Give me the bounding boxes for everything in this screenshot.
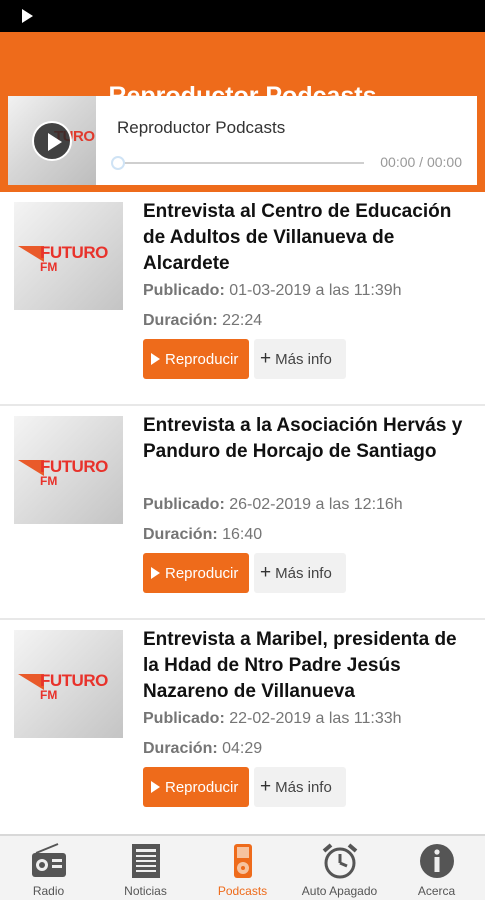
play-icon	[151, 353, 160, 365]
alarm-clock-icon	[322, 843, 358, 879]
play-icon	[48, 133, 62, 151]
tab-podcasts[interactable]: Podcasts	[194, 836, 291, 900]
more-info-label: Más info	[275, 350, 332, 368]
player-thumbnail: TURO	[8, 96, 96, 185]
published-value: 22-02-2019 a las 11:33h	[229, 710, 402, 727]
duration-label: Duración:	[143, 526, 218, 543]
podcast-thumbnail: FUTURO FM	[14, 202, 123, 310]
player-seek-bar[interactable]	[118, 162, 364, 164]
logo-sub: FM	[40, 474, 58, 488]
tab-noticias[interactable]: Noticias	[97, 836, 194, 900]
play-icon	[151, 567, 160, 579]
podcast-duration: Duración: 04:29	[143, 740, 262, 758]
logo-sub: FM	[40, 688, 58, 702]
more-info-button[interactable]: + Más info	[254, 553, 346, 593]
published-label: Publicado:	[143, 282, 225, 299]
published-label: Publicado:	[143, 710, 225, 727]
tab-radio[interactable]: Radio	[0, 836, 97, 900]
podcast-duration: Duración: 16:40	[143, 526, 262, 544]
podcast-item: FUTURO FM Entrevista a la Asociación Her…	[0, 406, 485, 620]
bottom-tab-bar: Radio Noticias Podcasts Auto Apagado Ace…	[0, 834, 485, 900]
podcast-item: FUTURO FM Entrevista a Maribel, presiden…	[0, 620, 485, 832]
podcast-item: FUTURO FM Entrevista al Centro de Educac…	[0, 192, 485, 406]
podcast-published: Publicado: 01-03-2019 a las 11:39h	[143, 282, 402, 300]
podcast-published: Publicado: 22-02-2019 a las 11:33h	[143, 710, 402, 728]
media-play-status-icon	[22, 9, 33, 23]
published-value: 01-03-2019 a las 11:39h	[229, 282, 402, 299]
play-button[interactable]: Reproducir	[143, 767, 249, 807]
duration-label: Duración:	[143, 312, 218, 329]
tab-label: Podcasts	[217, 884, 268, 898]
plus-icon: +	[260, 776, 272, 797]
play-button-label: Reproducir	[165, 350, 239, 368]
plus-icon: +	[260, 562, 272, 583]
published-label: Publicado:	[143, 496, 225, 513]
player-title: Reproductor Podcasts	[117, 118, 286, 137]
tab-label: Noticias	[124, 884, 167, 898]
player-play-button[interactable]	[32, 121, 72, 161]
info-icon	[420, 844, 454, 878]
podcast-title: Entrevista a la Asociación Hervás y Pand…	[143, 415, 463, 462]
tab-label: Radio	[32, 884, 65, 898]
published-value: 26-02-2019 a las 12:16h	[229, 496, 403, 513]
podcast-published: Publicado: 26-02-2019 a las 12:16h	[143, 496, 403, 514]
plus-icon: +	[260, 348, 272, 369]
more-info-button[interactable]: + Más info	[254, 339, 346, 379]
tab-label: Auto Apagado	[301, 884, 378, 898]
duration-value: 04:29	[222, 740, 263, 757]
player-time: 00:00 / 00:00	[380, 154, 462, 170]
tab-auto-apagado[interactable]: Auto Apagado	[291, 836, 388, 900]
play-icon	[151, 781, 160, 793]
play-button-label: Reproducir	[165, 564, 239, 582]
duration-value: 16:40	[222, 526, 263, 543]
podcast-thumbnail: FUTURO FM	[14, 630, 123, 738]
podcast-list[interactable]: FUTURO FM Entrevista al Centro de Educac…	[0, 192, 485, 832]
podcast-duration: Duración: 22:24	[143, 312, 262, 330]
play-button-label: Reproducir	[165, 778, 239, 796]
duration-label: Duración:	[143, 740, 218, 757]
logo-sub: FM	[40, 260, 58, 274]
more-info-label: Más info	[275, 564, 332, 582]
more-info-label: Más info	[275, 778, 332, 796]
play-button[interactable]: Reproducir	[143, 339, 249, 379]
radio-icon	[32, 843, 66, 877]
podcast-title: Entrevista al Centro de Educación de Adu…	[143, 201, 452, 274]
duration-value: 22:24	[222, 312, 263, 329]
status-bar	[0, 0, 485, 32]
podcast-title: Entrevista a Maribel, presidenta de la H…	[143, 629, 457, 702]
play-button[interactable]: Reproducir	[143, 553, 249, 593]
player-seek-knob[interactable]	[111, 156, 125, 170]
tab-acerca[interactable]: Acerca	[388, 836, 485, 900]
podcast-player: TURO Reproductor Podcasts 00:00 / 00:00	[8, 96, 477, 185]
podcast-thumbnail: FUTURO FM	[14, 416, 123, 524]
newspaper-icon	[132, 844, 160, 878]
ipod-icon	[234, 844, 252, 878]
tab-label: Acerca	[417, 884, 456, 898]
more-info-button[interactable]: + Más info	[254, 767, 346, 807]
